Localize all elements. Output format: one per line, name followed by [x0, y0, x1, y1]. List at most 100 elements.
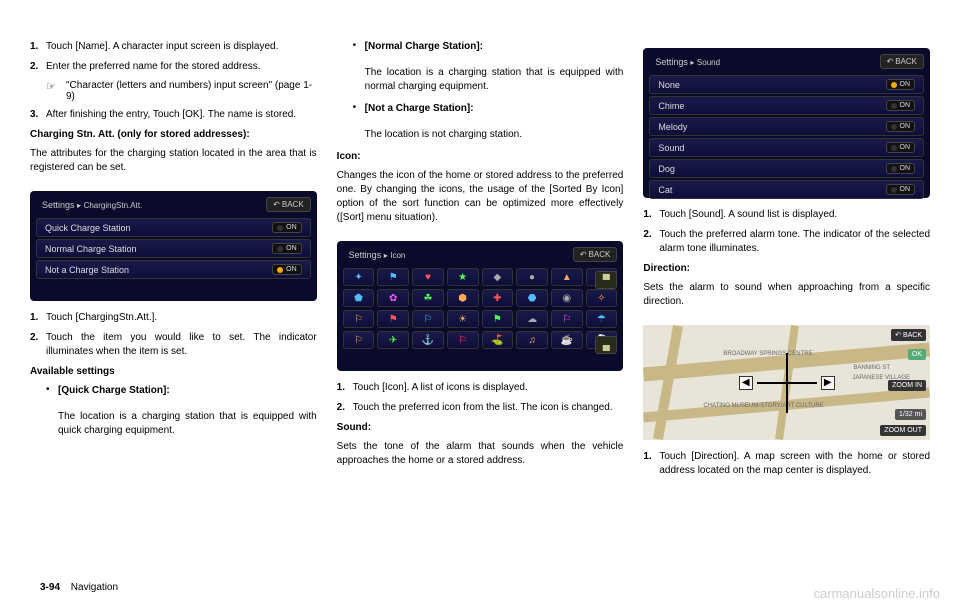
icon-option[interactable]: ☘: [412, 289, 444, 307]
icon-option[interactable]: ☕: [551, 331, 583, 349]
step-text: Touch the preferred icon from the list. …: [353, 401, 624, 415]
step-text: Touch [Sound]. A sound list is displayed…: [659, 208, 930, 222]
paragraph: Sets the tone of the alarm that sounds w…: [337, 440, 624, 468]
icon-option[interactable]: ♫: [516, 331, 548, 349]
step-number: 3.: [30, 108, 46, 122]
icon-option[interactable]: ⚐: [412, 310, 444, 328]
icon-option[interactable]: ⚑: [482, 310, 514, 328]
icon-option[interactable]: ☁: [516, 310, 548, 328]
back-button[interactable]: ↶BACK: [266, 197, 311, 212]
direction-left-icon[interactable]: ◀: [739, 376, 753, 390]
on-indicator: ON: [886, 142, 916, 153]
icon-option[interactable]: ⛳: [482, 331, 514, 349]
icon-option[interactable]: ▲: [551, 268, 583, 286]
option-label: Normal Charge Station: [45, 244, 137, 254]
step-number: 2.: [337, 401, 353, 415]
direction-right-icon[interactable]: ▶: [821, 376, 835, 390]
bullet-body: The location is a charging station that …: [365, 66, 624, 94]
step-text: Touch [Direction]. A map screen with the…: [659, 450, 930, 478]
icon-option[interactable]: ⬢: [447, 289, 479, 307]
hand-point-icon: ☞: [46, 80, 66, 102]
icon-option[interactable]: ✦: [343, 268, 375, 286]
option-row[interactable]: Melody ON: [649, 117, 924, 136]
watermark: carmanualsonline.info: [814, 586, 940, 601]
icon-option[interactable]: ✈: [377, 331, 409, 349]
back-arrow-icon: ↶: [887, 57, 894, 66]
scroll-up-button[interactable]: ▀: [595, 271, 617, 289]
step-text: Touch the preferred alarm tone. The indi…: [659, 228, 930, 256]
step-number: 1.: [643, 208, 659, 222]
icon-option[interactable]: ⚑: [377, 310, 409, 328]
step-item: 2. Touch the preferred icon from the lis…: [337, 401, 624, 415]
indicator-off-icon: [891, 103, 897, 109]
map-street-label: BANNING ST: [853, 365, 890, 371]
step-text: Enter the preferred name for the stored …: [46, 60, 317, 74]
option-row[interactable]: Dog ON: [649, 159, 924, 178]
option-label: Sound: [658, 143, 684, 153]
icon-option[interactable]: ☂: [586, 310, 618, 328]
step-item: 2. Enter the preferred name for the stor…: [30, 60, 317, 74]
screen-title: Settings ▸ Sound: [655, 57, 720, 67]
bullet-title: [Normal Charge Station]:: [365, 40, 624, 54]
option-label: None: [658, 80, 680, 90]
zoom-out-button[interactable]: ZOOM OUT: [880, 425, 926, 436]
back-button[interactable]: ↶BACK: [880, 54, 925, 69]
back-arrow-icon: ↶: [580, 250, 587, 259]
indicator-off-icon: [277, 246, 283, 252]
scroll-down-button[interactable]: ▄: [595, 336, 617, 354]
bullet-title: [Not a Charge Station]:: [365, 102, 624, 116]
bullet-body: The location is not charging station.: [365, 128, 624, 142]
icon-option[interactable]: ◉: [551, 289, 583, 307]
bullet-item: • [Normal Charge Station]:: [353, 40, 624, 60]
icon-option[interactable]: ✧: [586, 289, 618, 307]
indicator-off-icon: [891, 166, 897, 172]
ok-button[interactable]: OK: [908, 349, 926, 360]
icon-option[interactable]: ⚐: [551, 310, 583, 328]
option-label: Not a Charge Station: [45, 265, 129, 275]
option-row[interactable]: Normal Charge Station ON: [36, 239, 311, 258]
icon-grid: ✦ ⚑ ♥ ★ ◆ ● ▲ ■ ⬟ ✿ ☘ ⬢ ✚ ⬣ ◉ ✧ ⚐ ⚑ ⚐ ☀: [343, 268, 618, 349]
icon-option[interactable]: ⚓: [412, 331, 444, 349]
step-number: 2.: [643, 228, 659, 256]
icon-option[interactable]: ★: [447, 268, 479, 286]
paragraph: The attributes for the charging station …: [30, 147, 317, 175]
icon-option[interactable]: ◆: [482, 268, 514, 286]
option-row[interactable]: Chime ON: [649, 96, 924, 115]
section-heading: Direction:: [643, 262, 930, 275]
option-row[interactable]: Quick Charge Station ON: [36, 218, 311, 237]
zoom-in-button[interactable]: ZOOM IN: [888, 380, 926, 391]
step-item: 1. Touch [Name]. A character input scree…: [30, 40, 317, 54]
step-number: 1.: [30, 311, 46, 325]
page-footer: 3-94 Navigation: [40, 582, 118, 593]
option-row[interactable]: Cat ON: [649, 180, 924, 199]
section-name: Navigation: [71, 582, 118, 593]
icon-option[interactable]: ✿: [377, 289, 409, 307]
step-item: 3. After finishing the entry, Touch [OK]…: [30, 108, 317, 122]
back-button[interactable]: ↶BACK: [891, 329, 926, 341]
icon-option[interactable]: ✚: [482, 289, 514, 307]
manual-column-2: • [Normal Charge Station]: The location …: [337, 40, 624, 570]
icon-option[interactable]: ⬟: [343, 289, 375, 307]
icon-option[interactable]: ⚑: [377, 268, 409, 286]
step-item: 2. Touch the item you would like to set.…: [30, 331, 317, 359]
map-direction-screenshot: BROADWAY SPRINGS CENTRE BANNING ST JAPAN…: [643, 325, 930, 440]
icon-option[interactable]: ●: [516, 268, 548, 286]
cross-reference: ☞ "Character (letters and numbers) input…: [46, 80, 317, 102]
paragraph: Sets the alarm to sound when approaching…: [643, 281, 930, 309]
icon-option[interactable]: ⚐: [447, 331, 479, 349]
section-heading: Charging Stn. Att. (only for stored addr…: [30, 128, 317, 141]
option-row[interactable]: Sound ON: [649, 138, 924, 157]
icon-option[interactable]: ⚐: [343, 331, 375, 349]
icon-option[interactable]: ♥: [412, 268, 444, 286]
icon-option[interactable]: ⬣: [516, 289, 548, 307]
settings-sound-screenshot: Settings ▸ Sound ↶BACK None ON Chime ON …: [643, 48, 930, 198]
manual-column-1: 1. Touch [Name]. A character input scree…: [30, 40, 317, 570]
option-row[interactable]: None ON: [649, 75, 924, 94]
on-indicator: ON: [886, 121, 916, 132]
icon-option[interactable]: ☀: [447, 310, 479, 328]
bullet-icon: •: [46, 384, 58, 404]
option-row[interactable]: Not a Charge Station ON: [36, 260, 311, 279]
icon-option[interactable]: ⚐: [343, 310, 375, 328]
back-button[interactable]: ↶BACK: [573, 247, 618, 262]
on-indicator: ON: [272, 222, 302, 233]
